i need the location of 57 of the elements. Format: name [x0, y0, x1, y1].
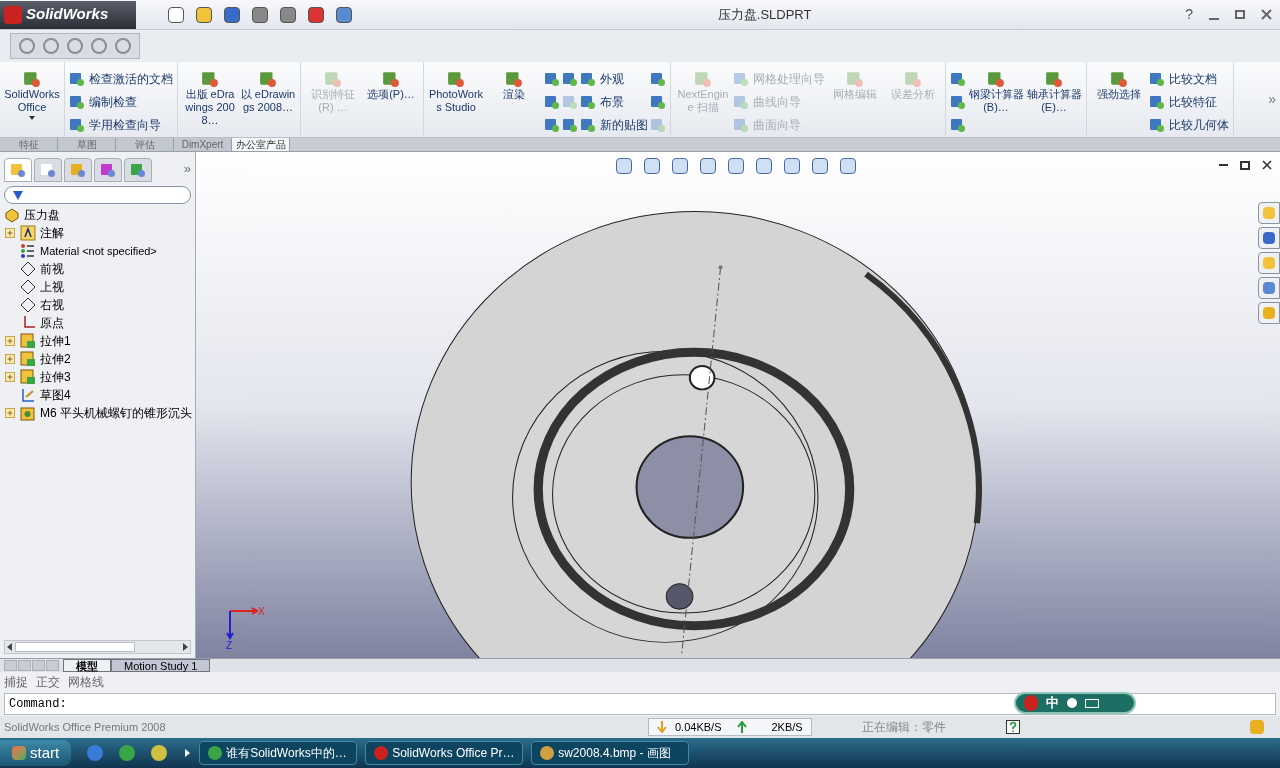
tree-item[interactable]: M6 平头机械螺钉的锥形沉头 [40, 404, 192, 422]
ribbon-button[interactable]: 渲染 [486, 70, 542, 101]
ribbon-button[interactable]: 外观 [580, 70, 648, 88]
ribbon-button[interactable]: 比较几何体 [1149, 116, 1229, 134]
taskbar-button[interactable]: sw2008.4.bmp - 画图 [531, 741, 690, 765]
tree-item[interactable]: 前视 [40, 260, 64, 278]
more-button[interactable]: » [183, 158, 191, 182]
download-speed: 0.04KB/S [675, 719, 722, 735]
tree-item[interactable]: 压力盘 [24, 206, 60, 224]
ribbon-button[interactable]: 学用检查向导 [69, 116, 173, 134]
tree-item[interactable]: 拉伸1 [40, 332, 71, 350]
tree-item[interactable]: 原点 [40, 314, 64, 332]
taskbar-button[interactable]: SolidWorks Office Pr… [365, 741, 524, 765]
command-tab[interactable]: 办公室产品 [232, 138, 290, 151]
axis-triad-drawing: X Z [218, 607, 266, 653]
ribbon-button[interactable]: 布景 [580, 93, 648, 111]
status-text: SolidWorks Office Premium 2008 [3, 719, 167, 735]
window-title: 压力盘.SLDPRT [717, 6, 812, 22]
start-button[interactable]: start [0, 740, 72, 766]
ribbon-button[interactable]: 选项(P)… [363, 70, 419, 101]
tree-item[interactable]: 上视 [40, 278, 64, 296]
tree-item[interactable]: 拉伸3 [40, 368, 71, 386]
tree-item[interactable]: 草图4 [40, 386, 71, 404]
command-prompt: Command: [9, 696, 67, 713]
taskbar-button[interactable]: 谁有SolidWorks中的… [199, 741, 358, 765]
tree-item[interactable]: 注解 [40, 224, 64, 242]
ribbon-button[interactable]: 强劲选择 [1091, 70, 1147, 101]
ribbon-button[interactable]: 新的贴图 [580, 116, 648, 134]
ribbon-button[interactable]: 以 eDrawings 2008… [240, 70, 296, 114]
model-tab[interactable]: Motion Study 1 [111, 659, 211, 672]
ribbon-button[interactable]: PhotoWorks Studio [428, 70, 484, 114]
toggle-button[interactable]: 捕捉 [4, 673, 28, 691]
command-tab[interactable]: DimXpert [174, 138, 232, 151]
more-button[interactable]: » [1264, 89, 1280, 110]
toggle-button[interactable]: 正交 [36, 673, 60, 691]
app-logo[interactable]: SolidWorks [0, 0, 136, 29]
command-tab[interactable]: 特征 [0, 138, 58, 151]
tree-item[interactable]: Material <not specified> [40, 242, 157, 260]
editing-status: 正在编辑：零件 [861, 719, 946, 736]
tree-item[interactable]: 拉伸2 [40, 350, 71, 368]
ime-toolbar[interactable]: 中 [1014, 692, 1136, 714]
help-button[interactable]: ? [1177, 4, 1201, 25]
ribbon-button[interactable]: 编制检查 [69, 93, 173, 111]
ribbon-button[interactable]: 比较特征 [1149, 93, 1229, 111]
ime-mode[interactable]: 中 [1046, 693, 1059, 713]
toggle-button[interactable]: 网格线 [68, 673, 104, 691]
ribbon-button[interactable]: 比较文档 [1149, 70, 1229, 88]
upload-speed: 2KB/S [771, 719, 803, 735]
tree-item[interactable]: 右视 [40, 296, 64, 314]
ribbon-button[interactable]: 轴承计算器(E)… [1026, 70, 1082, 114]
ribbon-button[interactable]: SolidWorks Office [4, 70, 60, 120]
ribbon-button[interactable]: 检查激活的文档 [69, 70, 173, 88]
model-tab[interactable]: 模型 [63, 659, 111, 672]
command-tab[interactable]: 评估 [116, 138, 174, 151]
ribbon-button[interactable]: 出版 eDrawings 2008… [182, 70, 238, 127]
ribbon-button[interactable]: 钢梁计算器(B)… [968, 70, 1024, 114]
command-tab[interactable]: 草图 [58, 138, 116, 151]
